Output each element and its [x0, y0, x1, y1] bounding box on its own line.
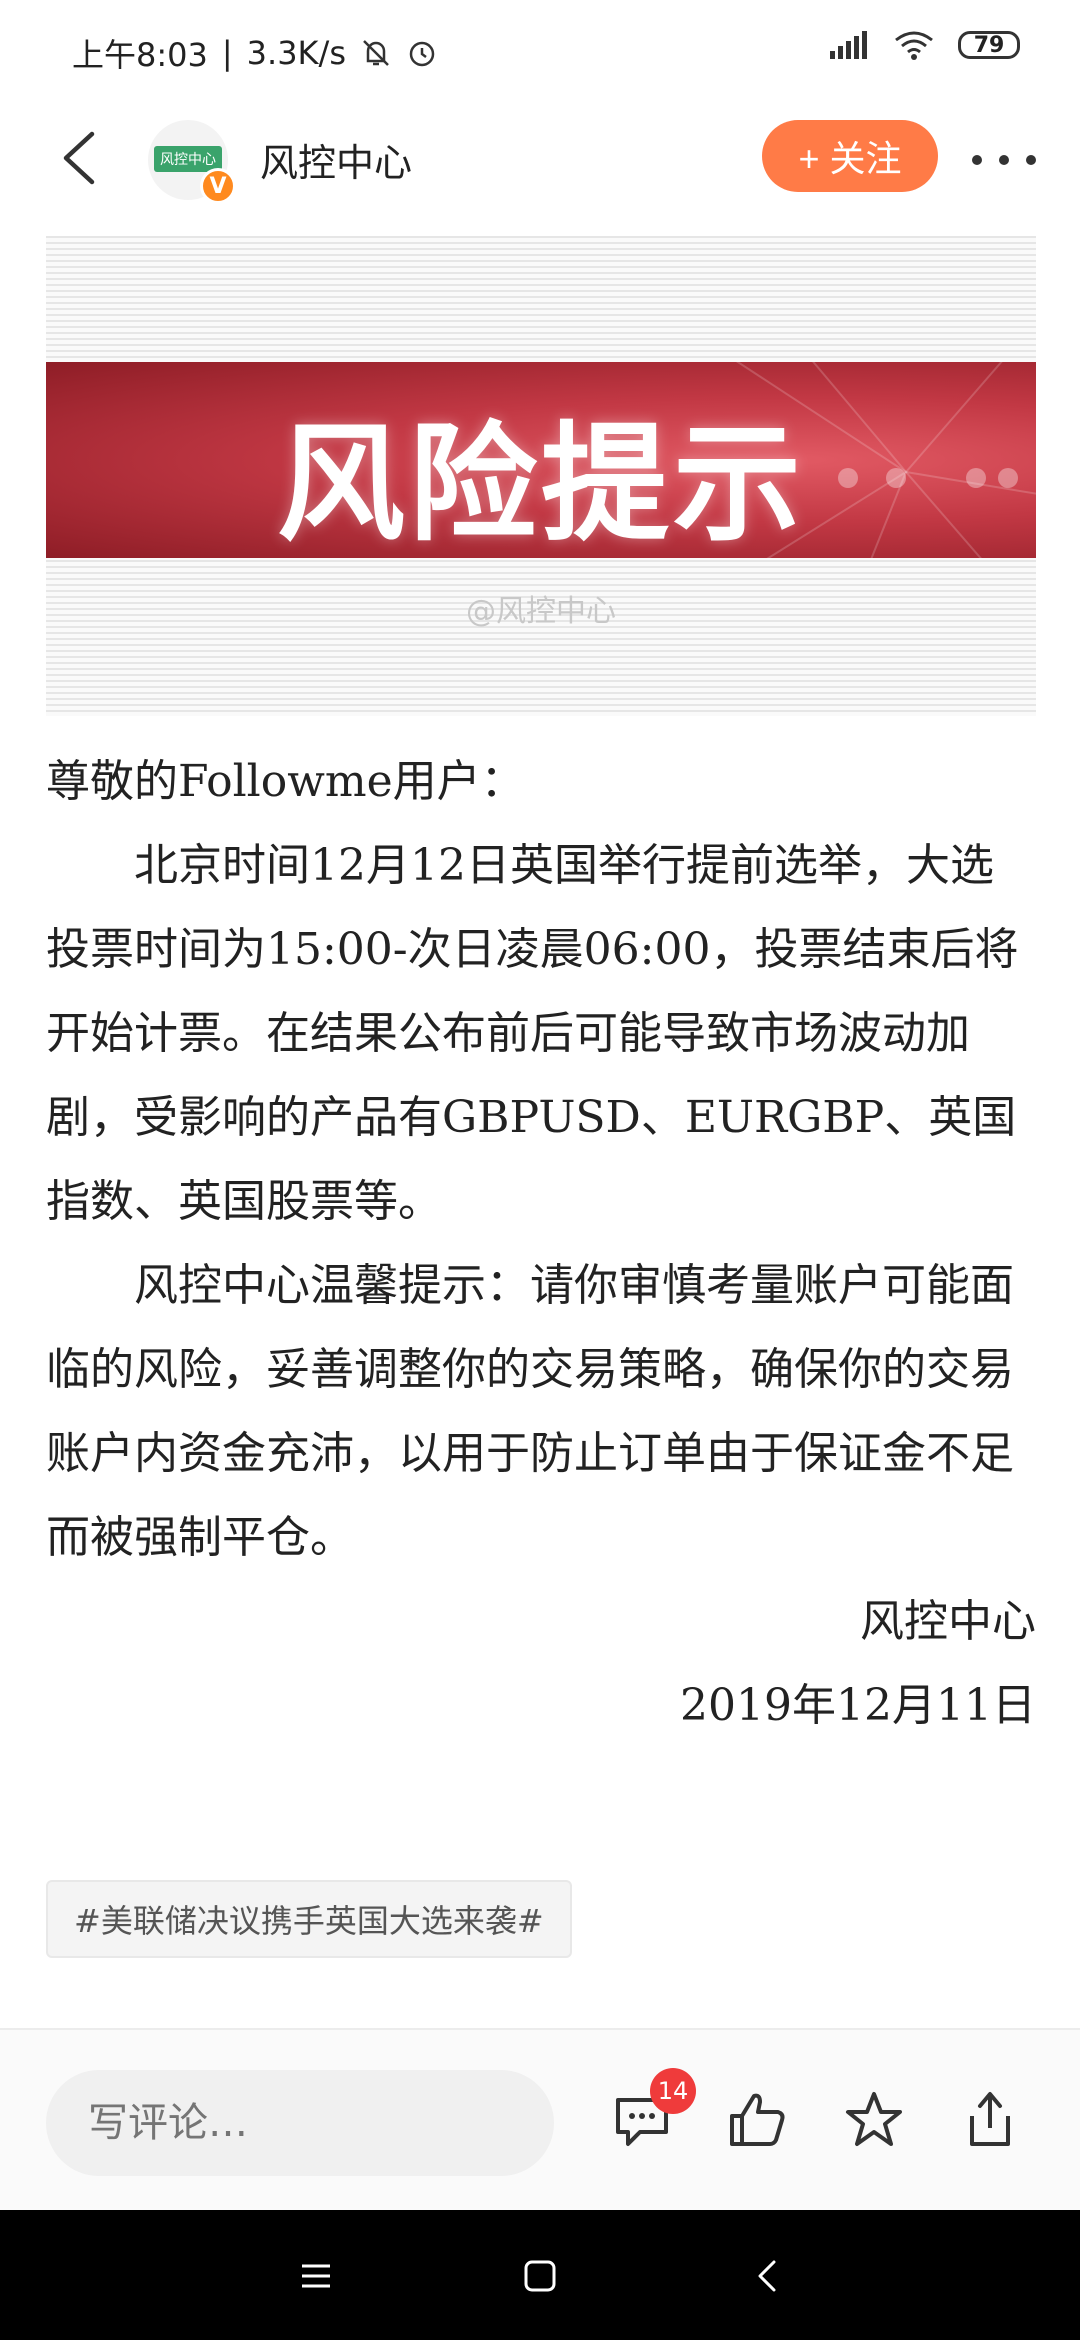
article-signature: 风控中心	[860, 1596, 1036, 1647]
wifi-icon	[895, 31, 933, 60]
more-options-icon[interactable]	[972, 140, 1036, 180]
home-icon[interactable]	[512, 2248, 568, 2304]
alarm-icon	[409, 41, 435, 67]
battery-indicator: 79	[958, 31, 1020, 59]
network-speed: 3.3K/s	[246, 34, 346, 72]
system-nav-bar	[0, 2210, 1080, 2340]
menu-icon[interactable]	[288, 2248, 344, 2304]
article-paragraph: 北京时间12月12日英国举行提前选举，大选投票时间为15:00-次日凌晨06:0…	[46, 840, 1019, 1227]
status-bar: 上午8:03 | 3.3K/s 79	[0, 0, 1080, 100]
risk-banner-image: 风险提示 @风控中心	[46, 236, 1036, 716]
article-paragraph: 风控中心温馨提示：请你审慎考量账户可能面临的风险，妥善调整你的交易策略，确保你的…	[46, 1260, 1014, 1563]
banner-red-band: 风险提示	[46, 362, 1036, 558]
star-icon[interactable]	[842, 2088, 906, 2152]
account-name[interactable]: 风控中心	[260, 132, 412, 187]
article-greeting: 尊敬的Followme用户：	[46, 756, 525, 807]
thumbs-up-icon[interactable]	[726, 2088, 790, 2152]
back-arrow-icon[interactable]	[52, 128, 112, 188]
banner-watermark: @风控中心	[466, 594, 616, 629]
article-body: 尊敬的Followme用户： 北京时间12月12日英国举行提前选举，大选投票时间…	[46, 740, 1036, 1748]
status-time: 上午8:03	[72, 36, 208, 74]
article-date: 2019年12月11日	[680, 1680, 1036, 1731]
verified-badge-icon: V	[200, 168, 236, 204]
status-separator: |	[221, 34, 233, 72]
bell-off-icon	[363, 40, 389, 66]
bottom-action-bar: 14	[0, 2030, 1080, 2210]
share-icon[interactable]	[958, 2088, 1022, 2152]
banner-title: 风险提示	[276, 410, 805, 558]
back-icon[interactable]	[740, 2248, 796, 2304]
follow-button[interactable]: + 关注	[762, 120, 938, 192]
signal-icon	[830, 31, 867, 59]
comment-count-badge: 14	[650, 2068, 696, 2114]
topic-tag[interactable]: #美联储决议携手英国大选来袭#	[46, 1880, 572, 1958]
comment-input[interactable]	[46, 2070, 554, 2176]
top-header: 风控中心 V 风控中心 + 关注	[0, 110, 1080, 210]
avatar[interactable]: 风控中心 V	[148, 120, 236, 204]
